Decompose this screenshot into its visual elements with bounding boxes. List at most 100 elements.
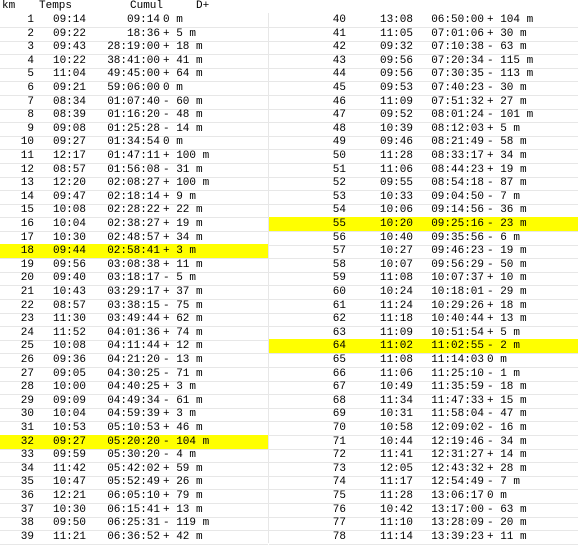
cumul-cell: 01:56:08 [107, 163, 160, 176]
cumul-cell: 07:40:23 [431, 82, 484, 94]
temps-cell: 10:24 [379, 286, 413, 298]
temps-cell: 11:08 [379, 354, 413, 366]
dplus-cell: + 19 m [163, 218, 203, 230]
temps-cell: 10:04 [52, 408, 86, 421]
dplus-cell: + 74 m [163, 326, 203, 339]
cumul-cell: 05:42:02 [107, 462, 160, 475]
dplus-cell: - 19 m [487, 245, 527, 258]
dplus-cell: + 41 m [163, 54, 203, 67]
dplus-cell: - 14 m [163, 122, 203, 135]
temps-cell: 10:20 [379, 218, 413, 230]
dplus-cell: - 115 m [487, 54, 534, 67]
dplus-cell: - 101 m [487, 109, 534, 122]
cumul-cell: 10:40:44 [431, 313, 484, 326]
km-cell: 67 [332, 381, 346, 394]
km-cell: 63 [332, 326, 346, 339]
dplus-cell: - 58 m [487, 136, 527, 149]
temps-cell: 11:24 [379, 299, 413, 312]
temps-cell: 09:40 [52, 272, 86, 285]
temps-cell: 09:56 [52, 258, 86, 271]
km-cell: 40 [332, 14, 346, 26]
dplus-cell: - 113 m [487, 68, 534, 81]
dplus-cell: + 46 m [163, 422, 203, 434]
km-cell: 12 [20, 163, 34, 176]
temps-cell: 09:44 [52, 245, 86, 258]
cumul-cell: 12:54:49 [431, 476, 484, 489]
cumul-cell: 12:19:46 [431, 435, 484, 448]
cumul-cell: 01:25:28 [107, 122, 160, 135]
dplus-cell: - 63 m [487, 41, 527, 54]
dplus-cell: + 15 m [487, 394, 527, 407]
dplus-cell: + 11 m [487, 530, 527, 543]
cumul-cell: 13:39:23 [431, 530, 484, 543]
dplus-cell: - 34 m [487, 435, 527, 448]
temps-cell: 09:05 [52, 367, 86, 380]
km-cell: 46 [332, 95, 346, 108]
temps-cell: 09:56 [379, 68, 413, 81]
temps-cell: 12:05 [379, 462, 413, 475]
dplus-cell: + 19 m [487, 163, 527, 176]
cumul-cell: 09:46:23 [431, 245, 484, 258]
temps-cell: 08:39 [52, 109, 86, 122]
temps-cell: 09:53 [379, 82, 413, 94]
km-cell: 53 [332, 190, 346, 203]
cumul-cell: 08:12:03 [431, 122, 484, 135]
km-cell: 31 [20, 422, 34, 434]
temps-cell: 10:08 [52, 340, 86, 353]
km-cell: 60 [332, 286, 346, 298]
temps-cell: 11:14 [379, 530, 413, 543]
dplus-cell: - 23 m [487, 218, 527, 230]
cumul-cell: 10:29:26 [431, 299, 484, 312]
cumul-cell: 09:14 [126, 14, 160, 26]
dplus-cell: - 30 m [487, 82, 527, 94]
km-cell: 41 [332, 27, 346, 40]
km-cell: 27 [20, 367, 34, 380]
cumul-cell: 04:11:44 [107, 340, 160, 353]
cumul-cell: 12:09:02 [431, 422, 484, 434]
dplus-cell: 0 m [487, 354, 507, 366]
temps-cell: 10:53 [52, 422, 86, 434]
cumul-cell: 06:50:00 [431, 14, 484, 26]
cumul-cell: 02:28:22 [107, 204, 160, 217]
temps-cell: 09:14 [52, 14, 86, 26]
cumul-cell: 02:18:14 [107, 190, 160, 203]
cumul-cell: 04:49:34 [107, 394, 160, 407]
cumul-cell: 12:31:27 [431, 449, 484, 462]
km-cell: 58 [332, 258, 346, 271]
temps-cell: 11:41 [379, 449, 413, 462]
km-cell: 52 [332, 177, 346, 190]
cumul-cell: 09:04:50 [431, 190, 484, 203]
cumul-cell: 05:10:53 [107, 422, 160, 434]
dplus-cell: + 3 m [163, 408, 197, 421]
cumul-cell: 03:18:17 [107, 272, 160, 285]
km-cell: 24 [20, 326, 34, 339]
temps-cell: 10:49 [379, 381, 413, 394]
temps-cell: 11:34 [379, 394, 413, 407]
km-cell: 50 [332, 150, 346, 162]
temps-cell: 10:30 [52, 503, 86, 516]
dplus-cell: - 119 m [163, 517, 210, 530]
dplus-cell: + 10 m [487, 272, 527, 285]
temps-cell: 10:08 [52, 204, 86, 217]
km-cell: 26 [20, 354, 34, 366]
km-cell: 43 [332, 54, 346, 67]
cumul-cell: 02:58:41 [107, 245, 160, 258]
km-cell: 66 [332, 367, 346, 380]
cumul-cell: 01:34:54 [107, 136, 160, 149]
km-cell: 56 [332, 231, 346, 244]
km-cell: 61 [332, 299, 346, 312]
dplus-cell: + 5 m [487, 326, 521, 339]
cumul-cell: 08:54:18 [431, 177, 484, 190]
dplus-cell: + 3 m [163, 381, 197, 394]
temps-cell: 13:08 [379, 14, 413, 26]
dplus-cell: + 37 m [163, 286, 203, 298]
temps-cell: 12:17 [52, 150, 86, 162]
temps-cell: 11:04 [52, 68, 86, 81]
dplus-cell: - 36 m [487, 204, 527, 217]
dplus-cell: 0 m [487, 490, 507, 502]
km-cell: 39 [20, 530, 34, 543]
temps-cell: 11:52 [52, 326, 86, 339]
temps-cell: 12:20 [52, 177, 86, 190]
header-temps: Temps [39, 0, 73, 12]
dplus-cell: + 13 m [487, 313, 527, 326]
